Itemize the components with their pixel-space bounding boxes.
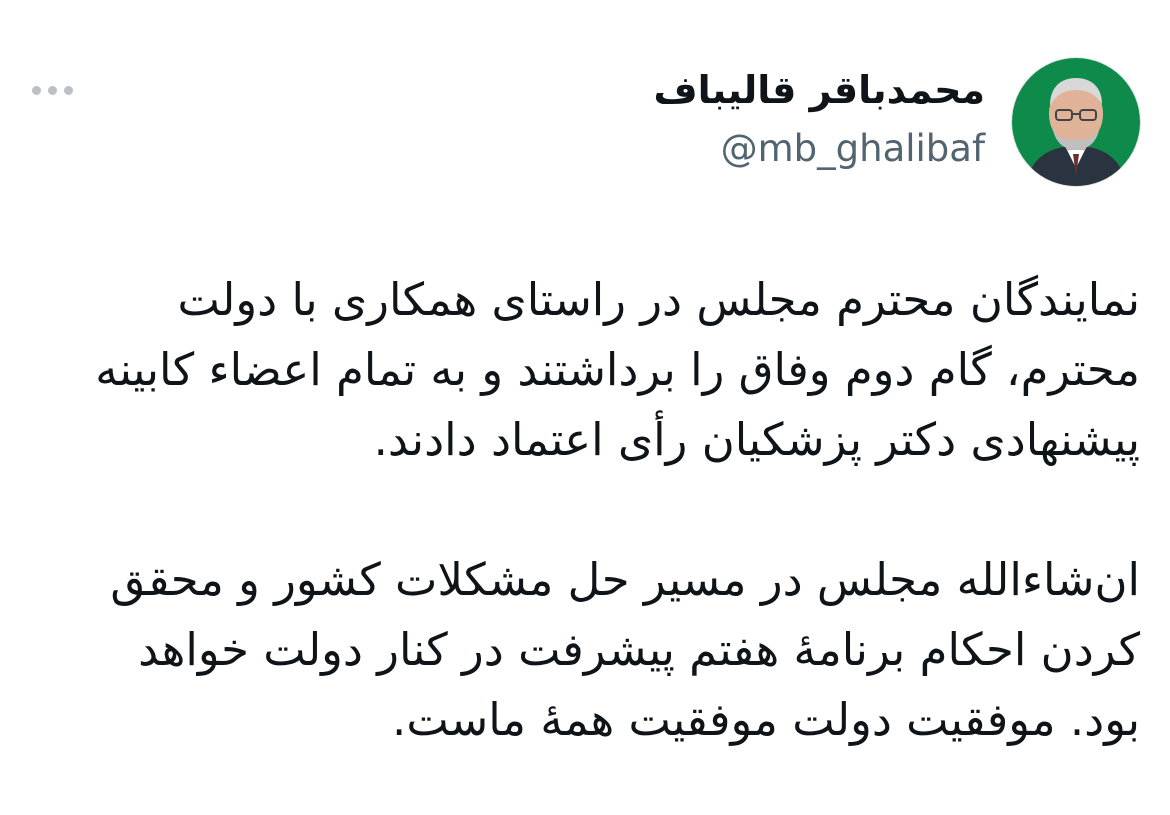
more-dot <box>32 86 41 95</box>
more-dot <box>48 86 57 95</box>
more-options-icon[interactable] <box>32 86 73 95</box>
tweet-paragraph: ان‌شاءالله مجلس در مسیر حل مشکلات کشور و… <box>110 553 1140 746</box>
avatar-portrait-icon <box>1012 58 1140 186</box>
avatar[interactable] <box>1012 58 1140 186</box>
more-dot <box>64 86 73 95</box>
tweet-text: نمایندگان محترم مجلس در راستای همکاری با… <box>80 265 1140 755</box>
author-handle[interactable]: @mb_ghalibaf <box>721 127 985 170</box>
tweet-paragraph: نمایندگان محترم مجلس در راستای همکاری با… <box>95 273 1140 466</box>
author-display-name[interactable]: محمدباقر قالیباف <box>654 68 985 112</box>
